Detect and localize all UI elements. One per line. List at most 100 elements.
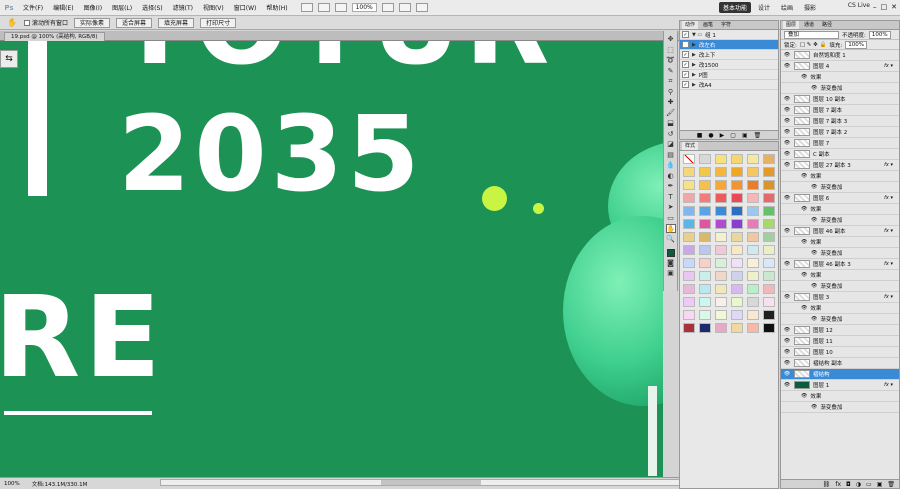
hand-icon[interactable]: ✋: [6, 18, 18, 28]
layer-row[interactable]: 👁 效果: [781, 391, 899, 402]
screen-mode-icon[interactable]: ▣: [666, 269, 676, 278]
expand-icon[interactable]: ▶: [692, 52, 696, 58]
effect-eye-icon[interactable]: 👁: [811, 404, 817, 410]
layer-row[interactable]: 👁 图层 7 副本 2: [781, 127, 899, 138]
arrange-icon[interactable]: [415, 3, 428, 12]
style-swatch[interactable]: [699, 180, 711, 190]
style-swatch[interactable]: [763, 258, 775, 268]
style-swatch[interactable]: [683, 206, 695, 216]
style-swatch[interactable]: [699, 219, 711, 229]
fit-screen-button[interactable]: 适合屏幕: [116, 17, 153, 28]
style-swatch[interactable]: [715, 271, 727, 281]
move-tool-icon[interactable]: ✥: [666, 35, 676, 44]
layer-row[interactable]: 👁 图层 3 fx ▾: [781, 292, 899, 303]
effect-eye-icon[interactable]: 👁: [801, 173, 807, 179]
visibility-eye-icon[interactable]: 👁: [783, 63, 791, 69]
fx-indicator-icon[interactable]: fx ▾: [884, 382, 893, 388]
action-toggle-icon[interactable]: ✓: [682, 81, 689, 88]
style-swatch[interactable]: [763, 271, 775, 281]
layer-row[interactable]: 👁 图层 10: [781, 347, 899, 358]
visibility-eye-icon[interactable]: 👁: [783, 294, 791, 300]
style-swatch[interactable]: [731, 232, 743, 242]
visibility-eye-icon[interactable]: 👁: [783, 107, 791, 113]
cs-live-button[interactable]: CS Live: [848, 2, 870, 9]
style-swatch[interactable]: [747, 180, 759, 190]
visibility-eye-icon[interactable]: 👁: [783, 52, 791, 58]
act-tabs-tab-2[interactable]: 字符: [718, 21, 734, 29]
effect-eye-icon[interactable]: 👁: [801, 239, 807, 245]
style-swatch[interactable]: [731, 258, 743, 268]
layer-row[interactable]: 👁 图层 12: [781, 325, 899, 336]
visibility-eye-icon[interactable]: 👁: [783, 195, 791, 201]
layer-row[interactable]: 👁 效果: [781, 171, 899, 182]
style-swatch[interactable]: [731, 323, 743, 333]
layer-row[interactable]: 👁 效果: [781, 204, 899, 215]
workspace-button-2[interactable]: 绘画: [777, 2, 797, 13]
action-row[interactable]: ✓ ▼ ▭ 组 1: [680, 30, 778, 40]
layer-row[interactable]: 👁 渐变叠加: [781, 215, 899, 226]
visibility-eye-icon[interactable]: 👁: [783, 382, 791, 388]
style-swatch[interactable]: [763, 193, 775, 203]
effect-eye-icon[interactable]: 👁: [811, 283, 817, 289]
layer-row[interactable]: 👁 渐变叠加: [781, 402, 899, 413]
eyedropper-tool-icon[interactable]: ⚲: [666, 88, 676, 97]
action-row[interactable]: ✓ ▶ 改1500: [680, 60, 778, 70]
style-swatch[interactable]: [683, 258, 695, 268]
marquee-tool-icon[interactable]: ⬚: [666, 46, 676, 55]
style-swatch[interactable]: [747, 297, 759, 307]
fx-indicator-icon[interactable]: fx ▾: [884, 228, 893, 234]
style-swatch[interactable]: [747, 284, 759, 294]
layer-row[interactable]: 👁 图层 10 副本: [781, 94, 899, 105]
layer-row[interactable]: 👁 褶结构: [781, 369, 899, 380]
foreground-color-swatch[interactable]: [666, 249, 675, 257]
action-row[interactable]: ✓ ▶ 改A4: [680, 80, 778, 90]
style-swatch[interactable]: [763, 180, 775, 190]
expand-icon[interactable]: ▶: [692, 42, 696, 48]
layer-row[interactable]: 👁 C 副本: [781, 149, 899, 160]
style-swatch[interactable]: [683, 271, 695, 281]
hand-tool-icon[interactable]: [381, 3, 394, 12]
style-swatch[interactable]: [699, 297, 711, 307]
style-swatch[interactable]: [683, 284, 695, 294]
actual-pixels-button[interactable]: 实际像素: [74, 17, 111, 28]
style-swatch[interactable]: [683, 245, 695, 255]
effect-eye-icon[interactable]: 👁: [801, 272, 807, 278]
document-tab[interactable]: 19.psd @ 100% (高结构, RGB/8): [4, 32, 105, 41]
style-swatch[interactable]: [763, 323, 775, 333]
style-swatch[interactable]: [747, 167, 759, 177]
layer-row[interactable]: 👁 自然饱和度 1: [781, 50, 899, 61]
style-swatch[interactable]: [683, 193, 695, 203]
style-swatch[interactable]: [747, 219, 759, 229]
style-swatch[interactable]: [731, 180, 743, 190]
style-swatch[interactable]: [715, 219, 727, 229]
horizontal-scrollbar[interactable]: [160, 479, 680, 486]
layer-row[interactable]: 👁 效果: [781, 72, 899, 83]
expand-icon[interactable]: ▶: [692, 82, 696, 88]
brush-tool-icon[interactable]: 🖌: [666, 109, 676, 118]
effect-eye-icon[interactable]: 👁: [811, 85, 817, 91]
style-swatch[interactable]: [763, 310, 775, 320]
style-swatch[interactable]: [747, 232, 759, 242]
style-swatch[interactable]: [683, 154, 695, 164]
action-row[interactable]: ✓ ▶ 改左右: [680, 40, 778, 50]
layer-row[interactable]: 👁 渐变叠加: [781, 83, 899, 94]
layer-row[interactable]: 👁 渐变叠加: [781, 248, 899, 259]
style-swatch[interactable]: [763, 154, 775, 164]
minibridge-icon[interactable]: [317, 3, 330, 12]
document-canvas[interactable]: YOTUR 2035 RE: [0, 41, 663, 477]
visibility-eye-icon[interactable]: 👁: [783, 371, 791, 377]
menu-item-7[interactable]: 窗口(W): [229, 3, 262, 12]
style-swatch[interactable]: [715, 193, 727, 203]
style-swatch[interactable]: [715, 258, 727, 268]
style-swatch[interactable]: [747, 323, 759, 333]
effect-eye-icon[interactable]: 👁: [811, 184, 817, 190]
bridge-icon[interactable]: [300, 3, 313, 12]
fx-indicator-icon[interactable]: fx ▾: [884, 261, 893, 267]
style-swatch[interactable]: [747, 245, 759, 255]
style-swatch[interactable]: [715, 232, 727, 242]
style-swatch[interactable]: [683, 180, 695, 190]
style-swatch[interactable]: [731, 193, 743, 203]
new-set-icon[interactable]: ▢: [730, 131, 736, 139]
lock-icons[interactable]: □ ✎ ✥ 🔒: [800, 42, 827, 48]
visibility-eye-icon[interactable]: 👁: [783, 261, 791, 267]
